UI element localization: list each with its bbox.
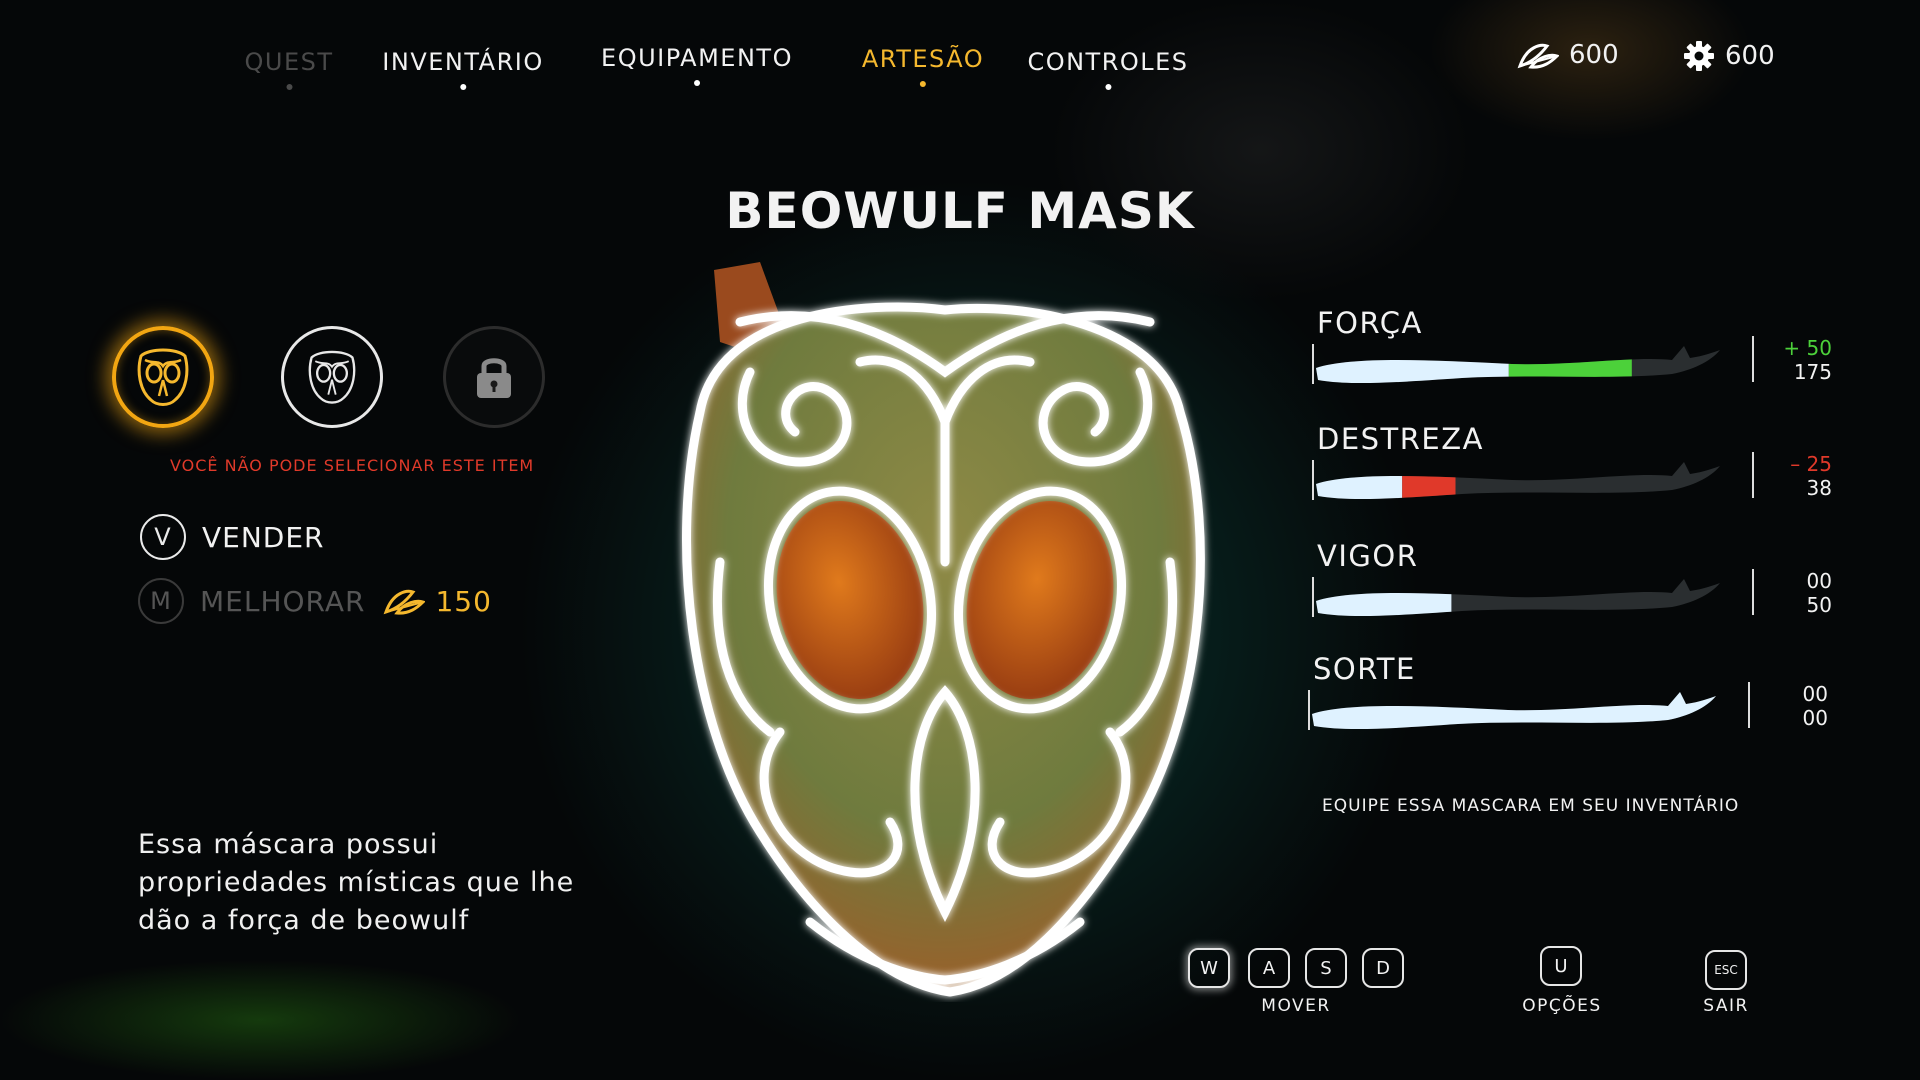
stat-bar xyxy=(1312,692,1716,730)
key-s[interactable]: S xyxy=(1305,948,1347,988)
stat-sorte: SORTE 00 00 xyxy=(1308,652,1848,762)
upgrade-cost: 150 xyxy=(383,585,491,618)
tab-dot xyxy=(920,81,926,87)
leaves-icon xyxy=(384,589,426,615)
stat-value: 175 xyxy=(1793,360,1832,384)
stat-value: 50 xyxy=(1806,593,1832,617)
key-u[interactable]: U xyxy=(1540,946,1582,986)
owl-mask-icon xyxy=(308,350,356,404)
stat-bar xyxy=(1316,346,1720,384)
stat-value: 38 xyxy=(1806,476,1832,500)
stat-bar-fill xyxy=(1316,346,1509,384)
tab-label: CONTROLES xyxy=(1027,48,1189,76)
background-green-glow xyxy=(0,960,520,1080)
stat-bar xyxy=(1316,579,1720,617)
stat-label: VIGOR xyxy=(1317,539,1419,573)
stat-bar-fill xyxy=(1312,692,1716,730)
stat-label: FORÇA xyxy=(1317,306,1423,340)
stat-bar-delta xyxy=(1402,462,1456,500)
tab-label: INVENTÁRIO xyxy=(382,48,544,76)
stat-values: – 25 38 xyxy=(1762,452,1832,500)
upgrade-action[interactable]: M MELHORAR 150 xyxy=(138,578,492,624)
stat-vigor: VIGOR 00 50 xyxy=(1312,539,1852,649)
stat-bar-fill xyxy=(1316,462,1403,500)
currency-leaves-value: 600 xyxy=(1569,40,1619,70)
lock-icon xyxy=(477,358,511,398)
tab-equipamento[interactable]: EQUIPAMENTO xyxy=(601,44,793,86)
stat-bar xyxy=(1316,462,1720,500)
locked-warning: VOCÊ NÃO PODE SELECIONAR ESTE ITEM xyxy=(170,456,535,475)
tab-dot xyxy=(1104,84,1111,90)
stat-delta: 00 xyxy=(1806,569,1832,593)
move-label: MOVER xyxy=(1261,996,1331,1016)
stat-tick-right xyxy=(1752,569,1754,615)
currency-leaves: 600 xyxy=(1517,40,1619,70)
stat-delta: + 50 xyxy=(1783,336,1832,360)
stat-delta: – 25 xyxy=(1790,452,1832,476)
tab-dot xyxy=(460,84,466,90)
sell-key: V xyxy=(140,514,186,560)
mask-slot-locked[interactable] xyxy=(443,326,545,428)
mask-slot-alternate[interactable] xyxy=(281,326,383,428)
upgrade-cost-value: 150 xyxy=(435,584,492,618)
equip-note: EQUIPE ESSA MASCARA EM SEU INVENTÁRIO xyxy=(1322,796,1740,816)
stat-tick-right xyxy=(1748,682,1750,728)
stat-value: 00 xyxy=(1802,706,1828,730)
sell-label: VENDER xyxy=(202,520,325,554)
key-a[interactable]: A xyxy=(1248,948,1290,988)
background-haze xyxy=(1050,0,1470,300)
stat-destreza: DESTREZA – 25 38 xyxy=(1312,422,1852,532)
stat-values: 00 50 xyxy=(1762,569,1832,617)
tab-dot xyxy=(285,84,292,90)
tab-controles[interactable]: CONTROLES xyxy=(1027,48,1189,90)
tab-quest[interactable]: QUEST xyxy=(244,48,334,90)
stat-values: 00 00 xyxy=(1758,682,1828,730)
upgrade-label: MELHORAR xyxy=(200,584,366,618)
tab-dot xyxy=(694,80,700,86)
stat-tick-right xyxy=(1752,336,1754,382)
item-title: BEOWULF MASK xyxy=(725,182,1195,240)
stat-bar-fill xyxy=(1316,579,1452,617)
mask-slot-selected[interactable] xyxy=(112,326,214,428)
sell-action[interactable]: V VENDER xyxy=(140,514,325,560)
stat-label: SORTE xyxy=(1313,652,1416,686)
upgrade-key: M xyxy=(138,578,184,624)
options-label: OPÇÕES xyxy=(1522,996,1602,1016)
stat-tick-right xyxy=(1752,452,1754,498)
owl-mask-icon xyxy=(137,348,189,406)
currency-gears: 600 xyxy=(1683,40,1775,72)
stat-values: + 50 175 xyxy=(1762,336,1832,384)
tab-label: QUEST xyxy=(244,48,334,76)
exit-label: SAIR xyxy=(1703,996,1749,1016)
stat-label: DESTREZA xyxy=(1317,422,1484,456)
tab-inventario[interactable]: INVENTÁRIO xyxy=(382,48,544,90)
tab-label: EQUIPAMENTO xyxy=(601,44,793,72)
item-description: Essa máscara possui propriedades mística… xyxy=(138,829,575,936)
leaves-icon xyxy=(1517,43,1559,69)
beowulf-mask-image xyxy=(682,262,1205,997)
key-esc[interactable]: ESC xyxy=(1705,950,1747,990)
tab-artesao[interactable]: ARTESÃO xyxy=(861,45,985,87)
key-d[interactable]: D xyxy=(1362,948,1404,988)
stat-delta: 00 xyxy=(1802,682,1828,706)
stat-bar-delta xyxy=(1508,346,1632,384)
key-w[interactable]: W xyxy=(1188,948,1230,988)
currency-gears-value: 600 xyxy=(1725,41,1775,71)
gear-icon xyxy=(1684,41,1714,71)
stat-forca: FORÇA + 50 175 xyxy=(1312,306,1852,416)
tab-label: ARTESÃO xyxy=(861,45,985,73)
